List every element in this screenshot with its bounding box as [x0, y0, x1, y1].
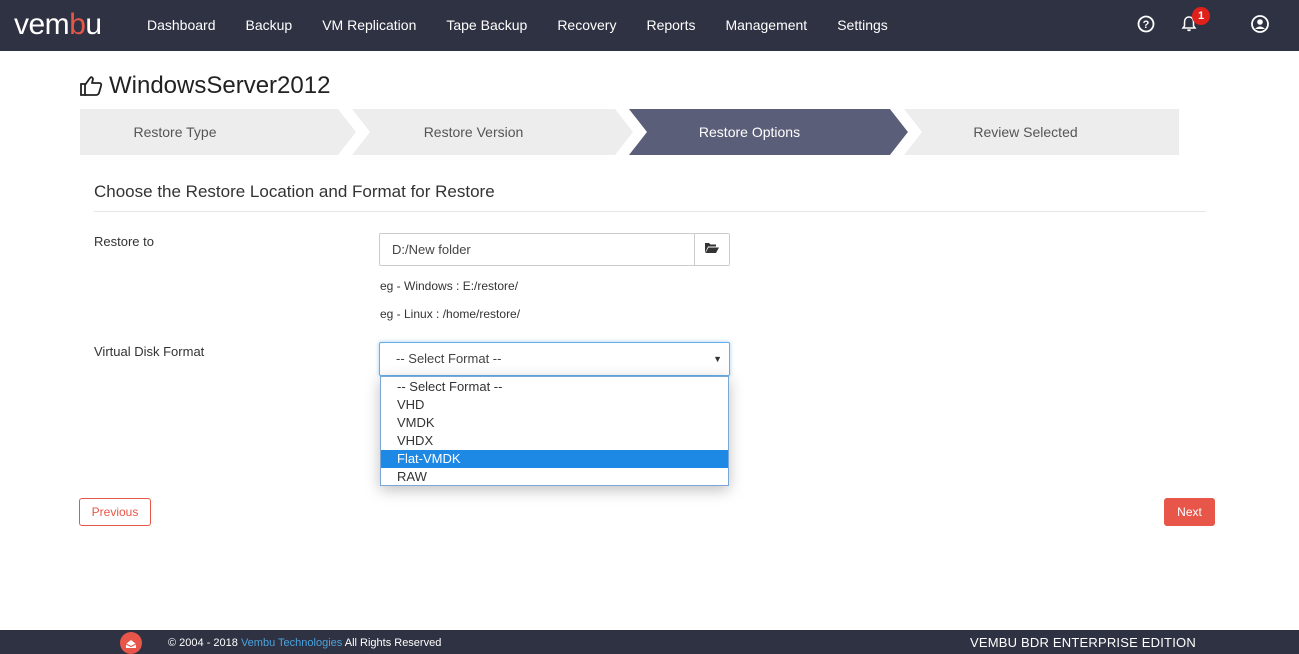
- format-option-raw[interactable]: RAW: [381, 468, 728, 486]
- format-option-select[interactable]: -- Select Format --: [381, 378, 728, 396]
- format-option-vmdk[interactable]: VMDK: [381, 414, 728, 432]
- footer-logo-icon: [120, 632, 142, 654]
- user-icon[interactable]: [1249, 13, 1271, 35]
- edition-label: VEMBU BDR ENTERPRISE EDITION: [970, 635, 1196, 650]
- previous-button[interactable]: Previous: [79, 498, 151, 526]
- nav-vm-replication[interactable]: VM Replication: [307, 0, 431, 51]
- page-title: WindowsServer2012: [78, 71, 330, 101]
- next-button[interactable]: Next: [1164, 498, 1215, 526]
- restore-to-field: [379, 233, 730, 266]
- format-option-flat-vmdk[interactable]: Flat-VMDK: [381, 450, 728, 468]
- step-restore-type: Restore Type: [133, 124, 217, 140]
- step-restore-version: Restore Version: [423, 124, 524, 140]
- nav-tape-backup[interactable]: Tape Backup: [431, 0, 542, 51]
- nav-dashboard[interactable]: Dashboard: [132, 0, 231, 51]
- nav-management[interactable]: Management: [710, 0, 822, 51]
- company-link[interactable]: Vembu Technologies: [241, 637, 342, 649]
- svg-text:?: ?: [1143, 19, 1150, 31]
- main-nav: Dashboard Backup VM Replication Tape Bac…: [132, 0, 903, 51]
- thumbs-up-icon: [78, 74, 104, 98]
- nav-recovery[interactable]: Recovery: [542, 0, 631, 51]
- caret-down-icon: ▼: [713, 354, 722, 364]
- footer-copyright: © 2004 - 2018 Vembu Technologies All Rig…: [168, 630, 441, 654]
- nav-reports[interactable]: Reports: [631, 0, 710, 51]
- notification-badge: 1: [1192, 7, 1210, 25]
- copyright-text: © 2004 - 2018: [168, 637, 238, 649]
- format-option-vhd[interactable]: VHD: [381, 396, 728, 414]
- step-restore-options: Restore Options: [698, 124, 801, 140]
- hint-windows: eg - Windows : E:/restore/: [380, 279, 519, 293]
- disk-format-selected-value: -- Select Format --: [396, 351, 502, 366]
- vembu-logo[interactable]: vembu: [14, 9, 102, 41]
- browse-folder-button[interactable]: [694, 234, 729, 265]
- format-option-vhdx[interactable]: VHDX: [381, 432, 728, 450]
- rights-text: All Rights Reserved: [344, 637, 442, 649]
- top-navbar: vembu Dashboard Backup VM Replication Ta…: [0, 0, 1299, 51]
- folder-open-icon: [704, 241, 720, 259]
- footer: © 2004 - 2018 Vembu Technologies All Rig…: [0, 630, 1299, 654]
- hint-linux: eg - Linux : /home/restore/: [380, 307, 521, 321]
- section-divider: [94, 211, 1206, 212]
- disk-format-dropdown: -- Select Format -- VHD VMDK VHDX Flat-V…: [380, 376, 729, 486]
- restore-to-label: Restore to: [94, 234, 154, 249]
- nav-backup[interactable]: Backup: [231, 0, 308, 51]
- nav-settings[interactable]: Settings: [822, 0, 903, 51]
- help-icon[interactable]: ?: [1135, 13, 1157, 35]
- restore-path-input[interactable]: [380, 234, 695, 265]
- disk-format-label: Virtual Disk Format: [94, 344, 205, 359]
- step-review-selected: Review Selected: [973, 124, 1078, 140]
- page-title-text: WindowsServer2012: [109, 72, 331, 99]
- wizard-steps: Restore Type Restore Version Restore Opt…: [80, 109, 1179, 155]
- section-title: Choose the Restore Location and Format f…: [94, 182, 495, 201]
- disk-format-select[interactable]: -- Select Format -- ▼: [379, 342, 730, 376]
